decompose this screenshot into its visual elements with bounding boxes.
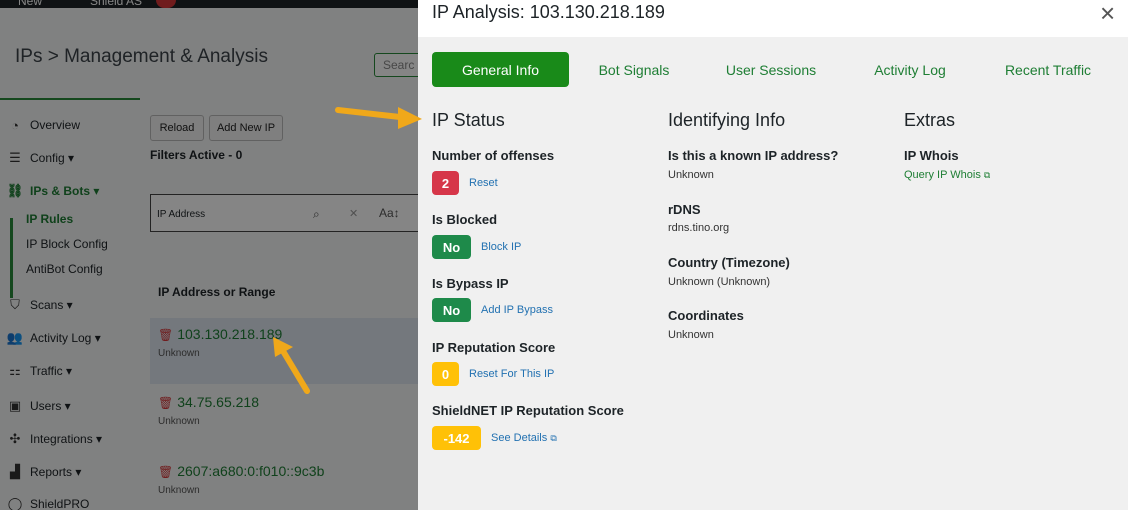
- block-ip-link[interactable]: Block IP: [481, 241, 521, 253]
- external-link-icon: ⧉: [983, 170, 991, 180]
- modal-header: IP Analysis: 103.130.218.189 ×: [418, 0, 1128, 37]
- known-ip-value: Unknown: [668, 169, 714, 181]
- reset-offenses-link[interactable]: Reset: [469, 177, 498, 189]
- close-icon[interactable]: ×: [1100, 0, 1115, 29]
- reputation-score-badge: 0: [432, 362, 459, 386]
- reputation-label: IP Reputation Score: [432, 340, 556, 355]
- annotation-arrow-status: [335, 107, 422, 129]
- tab-activity-log[interactable]: Activity Log: [865, 52, 955, 87]
- identifying-info-heading: Identifying Info: [668, 110, 786, 130]
- annotation-arrow-row: [273, 337, 310, 394]
- tab-general-info[interactable]: General Info: [432, 52, 569, 87]
- modal-backdrop[interactable]: [0, 0, 420, 510]
- tab-user-sessions[interactable]: User Sessions: [718, 52, 824, 87]
- known-ip-label: Is this a known IP address?: [668, 148, 839, 163]
- ip-status-heading: IP Status: [432, 110, 505, 130]
- offenses-count-badge: 2: [432, 171, 459, 195]
- coordinates-label: Coordinates: [668, 308, 744, 323]
- whois-label: IP Whois: [904, 148, 959, 163]
- bypass-label: Is Bypass IP: [432, 276, 509, 291]
- rdns-value: rdns.tino.org: [668, 222, 730, 234]
- bypass-status-badge: No: [432, 298, 471, 322]
- identifying-info-section: Identifying Info: [668, 110, 785, 131]
- shieldnet-score-badge: -142: [432, 426, 481, 450]
- rdns-label: rDNS: [668, 202, 701, 217]
- offenses-label: Number of offenses: [432, 148, 555, 163]
- country-label: Country (Timezone): [668, 255, 790, 270]
- reset-reputation-link[interactable]: Reset For This IP: [469, 368, 554, 380]
- extras-heading: Extras: [904, 110, 956, 130]
- coordinates-value: Unknown: [668, 329, 714, 341]
- blocked-status-badge: No: [432, 235, 471, 259]
- ip-status-section: IP Status: [432, 110, 505, 131]
- shieldnet-label: ShieldNET IP Reputation Score: [432, 403, 624, 418]
- query-whois-link[interactable]: Query IP Whois ⧉: [904, 169, 990, 181]
- modal-title: IP Analysis: 103.130.218.189: [432, 2, 665, 22]
- extras-section: Extras: [904, 110, 955, 131]
- add-ip-bypass-link[interactable]: Add IP Bypass: [481, 304, 553, 316]
- blocked-label: Is Blocked: [432, 212, 498, 227]
- ip-analysis-modal: IP Analysis: 103.130.218.189 × General I…: [418, 0, 1128, 510]
- tab-bot-signals[interactable]: Bot Signals: [588, 52, 680, 87]
- tab-recent-traffic[interactable]: Recent Traffic: [1000, 52, 1096, 87]
- see-details-link[interactable]: See Details ⧉: [491, 432, 557, 444]
- external-link-icon: ⧉: [550, 433, 557, 443]
- country-value: Unknown (Unknown): [668, 276, 771, 288]
